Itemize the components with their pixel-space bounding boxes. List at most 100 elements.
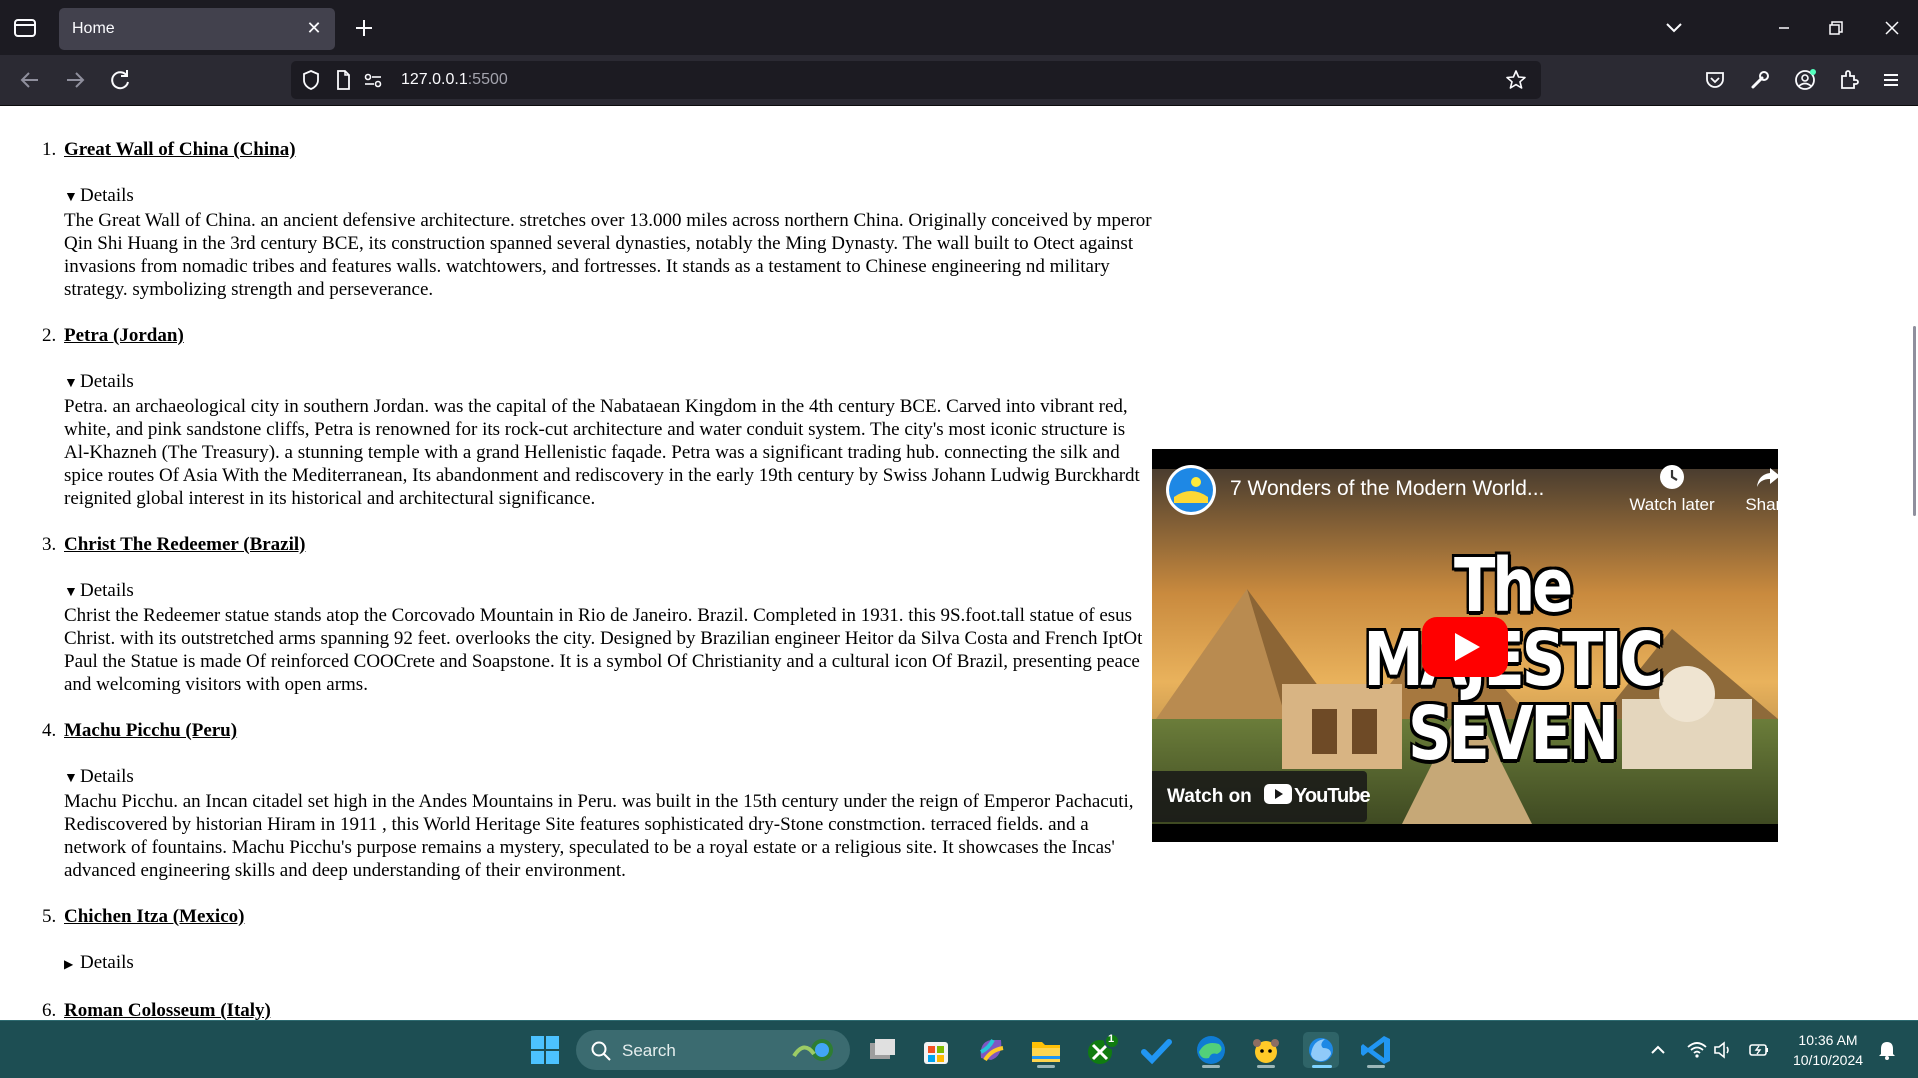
xbox-icon[interactable]: 1 bbox=[1082, 1030, 1122, 1070]
list-number: 1. bbox=[42, 139, 57, 160]
pocket-icon[interactable] bbox=[1699, 64, 1731, 96]
thumbnail-headline: The MAJESTIC SEVEN bbox=[1315, 549, 1709, 771]
wonder-title-link[interactable]: Christ The Redeemer (Brazil) bbox=[64, 534, 306, 555]
list-number: 5. bbox=[42, 906, 57, 927]
youtube-play-button-icon[interactable] bbox=[1422, 617, 1508, 677]
details-disclosure: ▶ Details bbox=[64, 951, 1154, 976]
watch-on-label: Watch on bbox=[1167, 786, 1252, 807]
show-hidden-icons-chevron-up-icon[interactable] bbox=[1647, 1039, 1669, 1061]
wifi-icon[interactable] bbox=[1686, 1039, 1708, 1061]
tracking-protection-shield-icon[interactable] bbox=[299, 68, 323, 92]
account-avatar-icon[interactable] bbox=[1789, 64, 1821, 96]
copilot-icon[interactable] bbox=[971, 1030, 1011, 1070]
list-number: 2. bbox=[42, 325, 57, 346]
active-app-indicator bbox=[1312, 1065, 1332, 1068]
microsoft-store-icon[interactable] bbox=[916, 1030, 956, 1070]
bookmark-star-icon[interactable] bbox=[1504, 68, 1528, 92]
windows-taskbar: Search 1 10:36 AM 10/10/2024 bbox=[0, 1020, 1918, 1078]
wonder-title-link[interactable]: Machu Picchu (Peru) bbox=[64, 720, 237, 741]
list-all-tabs-chevron-down-icon[interactable] bbox=[1660, 14, 1688, 42]
firefox-view-icon[interactable] bbox=[10, 14, 40, 42]
scrollbar-thumb[interactable] bbox=[1913, 326, 1916, 516]
browser-tab-home[interactable]: Home ✕ bbox=[59, 8, 335, 50]
volume-speaker-icon[interactable] bbox=[1712, 1039, 1734, 1061]
extensions-puzzle-icon[interactable] bbox=[1833, 64, 1865, 96]
task-view-icon[interactable] bbox=[862, 1030, 902, 1070]
wonder-title-link[interactable]: Petra (Jordan) bbox=[64, 325, 184, 346]
watch-later-button[interactable]: Watch later bbox=[1622, 463, 1722, 515]
clock-date: 10/10/2024 bbox=[1792, 1052, 1864, 1068]
details-disclosure: ▼ Details Machu Picchu. an Incan citadel … bbox=[64, 765, 1154, 882]
restore-window-icon[interactable] bbox=[1813, 10, 1857, 46]
battery-charging-icon[interactable] bbox=[1748, 1039, 1770, 1061]
firefox-icon[interactable] bbox=[1301, 1030, 1341, 1070]
share-button[interactable]: Share bbox=[1718, 463, 1778, 515]
tab-title: Home bbox=[72, 20, 115, 37]
wonder-description: Machu Picchu. an Incan citadel set high … bbox=[64, 791, 1134, 881]
address-bar[interactable]: 127.0.0.1:5500 bbox=[291, 61, 1541, 99]
reload-icon[interactable] bbox=[104, 64, 136, 96]
collapsed-triangle-icon: ▶ bbox=[64, 957, 74, 971]
search-placeholder: Search bbox=[622, 1041, 676, 1060]
wonders-list: 1. Great Wall of China (China) ▼ Details … bbox=[42, 138, 1154, 1020]
wonder-item-machu-picchu: 4. Machu Picchu (Peru) ▼ Details Machu Pi… bbox=[42, 719, 1154, 882]
wonder-title-link[interactable]: Great Wall of China (China) bbox=[64, 139, 296, 160]
channel-avatar[interactable] bbox=[1166, 465, 1216, 515]
url-host: 127.0.0.1 bbox=[401, 71, 468, 88]
list-number: 6. bbox=[42, 1000, 57, 1020]
close-window-icon[interactable] bbox=[1870, 10, 1914, 46]
pet-app-icon[interactable] bbox=[1246, 1030, 1286, 1070]
minimize-window-icon[interactable] bbox=[1762, 10, 1806, 46]
list-number: 4. bbox=[42, 720, 57, 741]
details-summary-toggle[interactable]: ▼ Details bbox=[64, 370, 1154, 395]
wonder-item-christ-the-redeemer: 3. Christ The Redeemer (Brazil) ▼ Details… bbox=[42, 533, 1154, 696]
wonder-item-petra: 2. Petra (Jordan) ▼ Details Petra. an arc… bbox=[42, 324, 1154, 510]
back-arrow-icon[interactable] bbox=[14, 64, 46, 96]
page-viewport: 1. Great Wall of China (China) ▼ Details … bbox=[0, 106, 1918, 1020]
details-disclosure: ▼ Details Christ the Redeemer statue stan… bbox=[64, 579, 1154, 696]
system-clock[interactable]: 10:36 AM 10/10/2024 bbox=[1783, 1030, 1873, 1070]
expanded-triangle-icon: ▼ bbox=[64, 376, 78, 391]
navigation-toolbar: 127.0.0.1:5500 bbox=[0, 55, 1918, 106]
vscode-icon[interactable] bbox=[1356, 1030, 1396, 1070]
expanded-triangle-icon: ▼ bbox=[64, 585, 78, 600]
details-disclosure: ▼ Details Petra. an archaeological city i… bbox=[64, 370, 1154, 510]
details-summary-toggle[interactable]: ▶ Details bbox=[64, 951, 1154, 976]
page-scrollbar[interactable] bbox=[1910, 106, 1918, 1020]
details-label: Details bbox=[80, 952, 134, 973]
forward-arrow-icon[interactable] bbox=[59, 64, 91, 96]
wonder-description: Petra. an archaeological city in souther… bbox=[64, 396, 1140, 509]
details-summary-toggle[interactable]: ▼ Details bbox=[64, 765, 1154, 790]
details-label: Details bbox=[80, 766, 134, 787]
search-icon bbox=[591, 1041, 611, 1061]
page-document-icon[interactable] bbox=[331, 68, 355, 92]
windows-start-icon[interactable] bbox=[525, 1030, 565, 1070]
wonder-item-roman-colosseum: 6. Roman Colosseum (Italy) bbox=[42, 999, 1154, 1020]
wonder-title-link[interactable]: Roman Colosseum (Italy) bbox=[64, 1000, 271, 1020]
details-summary-toggle[interactable]: ▼ Details bbox=[64, 579, 1154, 604]
video-title[interactable]: 7 Wonders of the Modern World... bbox=[1230, 477, 1544, 501]
file-explorer-folder-icon[interactable] bbox=[1026, 1030, 1066, 1070]
details-label: Details bbox=[80, 185, 134, 206]
notifications-bell-icon[interactable] bbox=[1876, 1039, 1898, 1061]
developer-tools-wrench-icon[interactable] bbox=[1744, 64, 1776, 96]
taskbar-search-input[interactable]: Search bbox=[576, 1030, 850, 1070]
wonder-title-link[interactable]: Chichen Itza (Mexico) bbox=[64, 906, 244, 927]
youtube-embed[interactable]: 7 Wonders of the Modern World... Watch l… bbox=[1152, 449, 1778, 842]
watch-on-youtube-button[interactable]: Watch on YouTube bbox=[1152, 771, 1371, 822]
details-summary-toggle[interactable]: ▼ Details bbox=[64, 184, 1154, 209]
youtube-logo-icon bbox=[1264, 784, 1292, 804]
todo-checkmark-icon[interactable] bbox=[1136, 1030, 1176, 1070]
expanded-triangle-icon: ▼ bbox=[64, 190, 78, 205]
site-permissions-icon[interactable] bbox=[361, 68, 385, 92]
thumbnail-line-2: SEVEN bbox=[1408, 691, 1619, 777]
wonder-item-great-wall: 1. Great Wall of China (China) ▼ Details … bbox=[42, 138, 1154, 301]
notification-badge: 1 bbox=[1108, 1033, 1115, 1045]
url-text[interactable]: 127.0.0.1:5500 bbox=[401, 71, 508, 89]
youtube-wordmark: YouTube bbox=[1294, 785, 1371, 807]
app-menu-hamburger-icon[interactable] bbox=[1875, 64, 1907, 96]
tab-close-icon[interactable]: ✕ bbox=[303, 17, 325, 39]
url-port: :5500 bbox=[467, 71, 508, 88]
edge-browser-icon[interactable] bbox=[1191, 1030, 1231, 1070]
new-tab-plus-icon[interactable] bbox=[349, 13, 379, 43]
